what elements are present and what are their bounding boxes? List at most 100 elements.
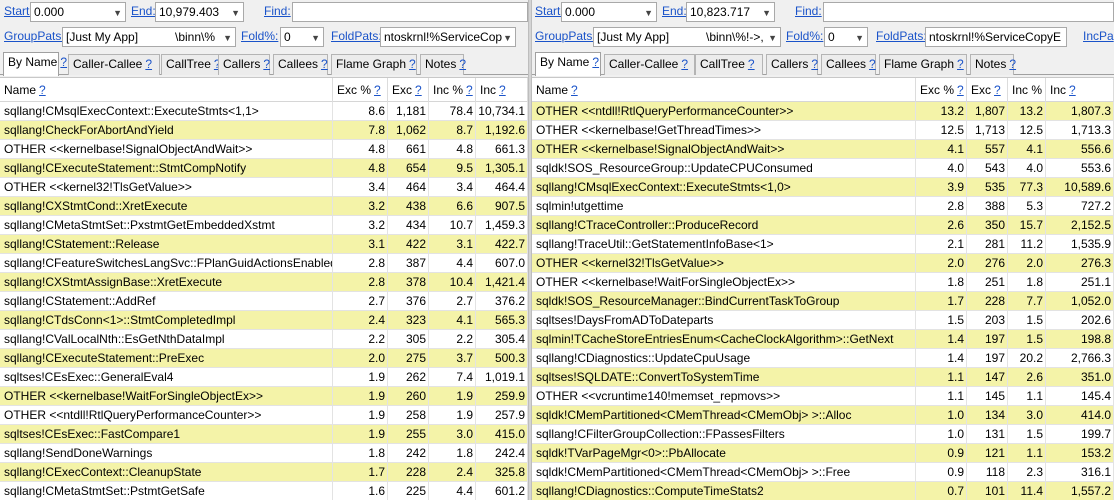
function-name-cell[interactable]: sqllang!CXStmtCond::XretExecute [0, 197, 333, 216]
function-name-cell[interactable]: sqltses!CEsExec::GeneralEval4 [0, 368, 333, 387]
column-header-inc[interactable]: Inc? [1046, 78, 1114, 102]
function-name-cell[interactable]: sqltses!CEsExec::FastCompare1 [0, 425, 333, 444]
table-row[interactable]: OTHER <<vcruntime140!memset_repmovs>> 1.1… [532, 387, 1114, 406]
find-input[interactable] [292, 2, 528, 22]
chevron-down-icon[interactable]: ▼ [113, 4, 122, 21]
function-name-cell[interactable]: sqllang!CFeatureSwitchesLangSvc::FPlanGu… [0, 254, 333, 273]
end-link[interactable]: End: [662, 4, 687, 18]
fold-link[interactable]: Fold%: [241, 29, 278, 43]
help-link[interactable]: ? [592, 55, 599, 69]
column-header-name[interactable]: Name? [0, 78, 333, 102]
table-row[interactable]: sqllang!CExecuteStatement::PreExec 2.0 275… [0, 349, 528, 368]
chevron-down-icon[interactable]: ▼ [644, 4, 653, 21]
help-link[interactable]: ? [374, 83, 381, 97]
grouppats-link[interactable]: GroupPats: [535, 29, 596, 43]
table-row[interactable]: sqltses!SQLDATE::ConvertToSystemTime 1.1 1… [532, 368, 1114, 387]
function-name-cell[interactable]: sqllang!SendDoneWarnings [0, 444, 333, 463]
function-name-cell[interactable]: sqllang!CMetaStmtSet::PxstmtGetEmbeddedX… [0, 216, 333, 235]
help-link[interactable]: ? [681, 57, 688, 71]
end-field[interactable]: 10,823.717 ▼ [686, 2, 775, 22]
table-row[interactable]: OTHER <<kernelbase!GetThreadTimes>> 12.5 1… [532, 121, 1114, 140]
function-name-cell[interactable]: sqlmin!TCacheStoreEntriesEnum<CacheClock… [532, 330, 916, 349]
function-name-cell[interactable]: OTHER <<vcruntime140!memset_repmovs>> [532, 387, 916, 406]
column-header-exc[interactable]: Exc %? [916, 78, 967, 102]
help-link[interactable]: ? [263, 57, 270, 71]
tab-by-name[interactable]: By Name? [535, 52, 601, 76]
end-link[interactable]: End: [131, 4, 156, 18]
start-link[interactable]: Start: [4, 4, 33, 18]
tab-caller-callee[interactable]: Caller-Callee? [604, 54, 695, 75]
table-row[interactable]: sqldk!CMemPartitioned<CMemThread<CMemObj… [532, 463, 1114, 482]
start-field[interactable]: 0.000 ▼ [561, 2, 657, 22]
help-link[interactable]: ? [957, 83, 964, 97]
table-row[interactable]: OTHER <<kernel32!TlsGetValue>> 2.0 276 2.0 2… [532, 254, 1114, 273]
table-row[interactable]: sqltses!DaysFromADToDateparts 1.5 203 1.5 20… [532, 311, 1114, 330]
table-row[interactable]: sqllang!CStatement::Release 3.1 422 3.1 422.… [0, 235, 528, 254]
column-header-name[interactable]: Name? [532, 78, 916, 102]
tab-by-name[interactable]: By Name? [3, 52, 67, 76]
foldpats-link[interactable]: FoldPats: [876, 29, 927, 43]
table-row[interactable]: sqllang!CExecContext::CleanupState 1.7 228… [0, 463, 528, 482]
chevron-down-icon[interactable]: ▼ [768, 29, 777, 46]
tab-calltree[interactable]: CallTree? [161, 54, 222, 75]
tab-notes[interactable]: Notes? [970, 54, 1016, 75]
foldpats-field[interactable]: ntoskrnl!%ServiceCopyE [925, 27, 1067, 47]
tab-calltree[interactable]: CallTree? [695, 54, 763, 75]
help-link[interactable]: ? [145, 57, 152, 71]
help-link[interactable]: ? [571, 83, 578, 97]
help-link[interactable]: ? [321, 57, 328, 71]
help-link[interactable]: ? [869, 57, 876, 71]
column-header-exc[interactable]: Exc %? [333, 78, 388, 102]
help-link[interactable]: ? [957, 57, 964, 71]
chevron-down-icon[interactable]: ▼ [855, 29, 864, 46]
table-row[interactable]: sqllang!SendDoneWarnings 1.8 242 1.8 242.4 [0, 444, 528, 463]
help-link[interactable]: ? [994, 83, 1001, 97]
table-row[interactable]: sqllang!CMetaStmtSet::PxstmtGetEmbeddedX… [0, 216, 528, 235]
table-row[interactable]: sqllang!CMsqlExecContext::ExecuteStmts<1… [532, 178, 1114, 197]
table-row[interactable]: sqldk!CMemPartitioned<CMemThread<CMemObj… [532, 406, 1114, 425]
function-name-cell[interactable]: sqldk!CMemPartitioned<CMemThread<CMemObj… [532, 406, 916, 425]
table-row[interactable]: OTHER <<ntdll!RtlQueryPerformanceCounter… [0, 406, 528, 425]
function-name-cell[interactable]: sqllang!CExecuteStatement::PreExec [0, 349, 333, 368]
end-field[interactable]: 10,979.403 ▼ [155, 2, 244, 22]
table-row[interactable]: sqldk!SOS_ResourceGroup::UpdateCPUConsum… [532, 159, 1114, 178]
fold-field[interactable]: 0 ▼ [824, 27, 868, 47]
function-name-cell[interactable]: OTHER <<kernelbase!WaitForSingleObjectEx… [0, 387, 333, 406]
function-name-cell[interactable]: sqllang!CValLocalNth::EsGetNthDataImpl [0, 330, 333, 349]
chevron-down-icon[interactable]: ▼ [311, 29, 320, 46]
function-name-cell[interactable]: OTHER <<ntdll!RtlQueryPerformanceCounter… [0, 406, 333, 425]
incpats-link[interactable]: IncPa [1083, 29, 1114, 43]
help-link[interactable]: ? [409, 57, 416, 71]
chevron-down-icon[interactable]: ▼ [762, 4, 771, 21]
table-row[interactable]: sqllang!CMetaStmtSet::PstmtGetSafe 1.6 225… [0, 482, 528, 500]
function-name-cell[interactable]: sqltses!DaysFromADToDateparts [532, 311, 916, 330]
table-row[interactable]: sqllang!CDiagnostics::ComputeTimeStats2 0… [532, 482, 1114, 500]
table-row[interactable]: sqllang!CMsqlExecContext::ExecuteStmts<1… [0, 102, 528, 121]
column-header-inc[interactable]: Inc %? [429, 78, 476, 102]
help-link[interactable]: ? [459, 57, 466, 71]
help-link[interactable]: ? [811, 57, 818, 71]
help-link[interactable]: ? [60, 55, 67, 69]
foldpats-field[interactable]: ntoskrnl!%ServiceCop ▼ [380, 27, 516, 47]
function-name-cell[interactable]: OTHER <<kernelbase!SignalObjectAndWait>> [0, 140, 333, 159]
start-link[interactable]: Start: [535, 4, 564, 18]
table-row[interactable]: sqltses!CEsExec::GeneralEval4 1.9 262 7.4 1,… [0, 368, 528, 387]
function-name-cell[interactable]: OTHER <<kernel32!TlsGetValue>> [0, 178, 333, 197]
foldpats-link[interactable]: FoldPats: [331, 29, 382, 43]
table-row[interactable]: sqllang!CStatement::AddRef 2.7 376 2.7 376.2 [0, 292, 528, 311]
tab-notes[interactable]: Notes? [420, 54, 466, 75]
function-name-cell[interactable]: OTHER <<kernel32!TlsGetValue>> [532, 254, 916, 273]
table-row[interactable]: OTHER <<kernelbase!WaitForSingleObjectEx… [532, 273, 1114, 292]
help-link[interactable]: ? [499, 83, 506, 97]
chevron-down-icon[interactable]: ▼ [503, 29, 512, 46]
function-name-cell[interactable]: sqllang!CMsqlExecContext::ExecuteStmts<1… [0, 102, 333, 121]
column-header-inc[interactable]: Inc? [476, 78, 528, 102]
function-name-cell[interactable]: sqlmin!utgettime [532, 197, 916, 216]
function-name-cell[interactable]: OTHER <<kernelbase!WaitForSingleObjectEx… [532, 273, 916, 292]
column-header-exc[interactable]: Exc? [967, 78, 1008, 102]
table-row[interactable]: sqllang!CTdsConn<1>::StmtCompletedImpl 2.… [0, 311, 528, 330]
help-link[interactable]: ? [39, 83, 46, 97]
function-name-cell[interactable]: OTHER <<kernelbase!GetThreadTimes>> [532, 121, 916, 140]
function-name-cell[interactable]: sqldk!CMemPartitioned<CMemThread<CMemObj… [532, 463, 916, 482]
table-row[interactable]: sqllang!CTraceController::ProduceRecord 2… [532, 216, 1114, 235]
